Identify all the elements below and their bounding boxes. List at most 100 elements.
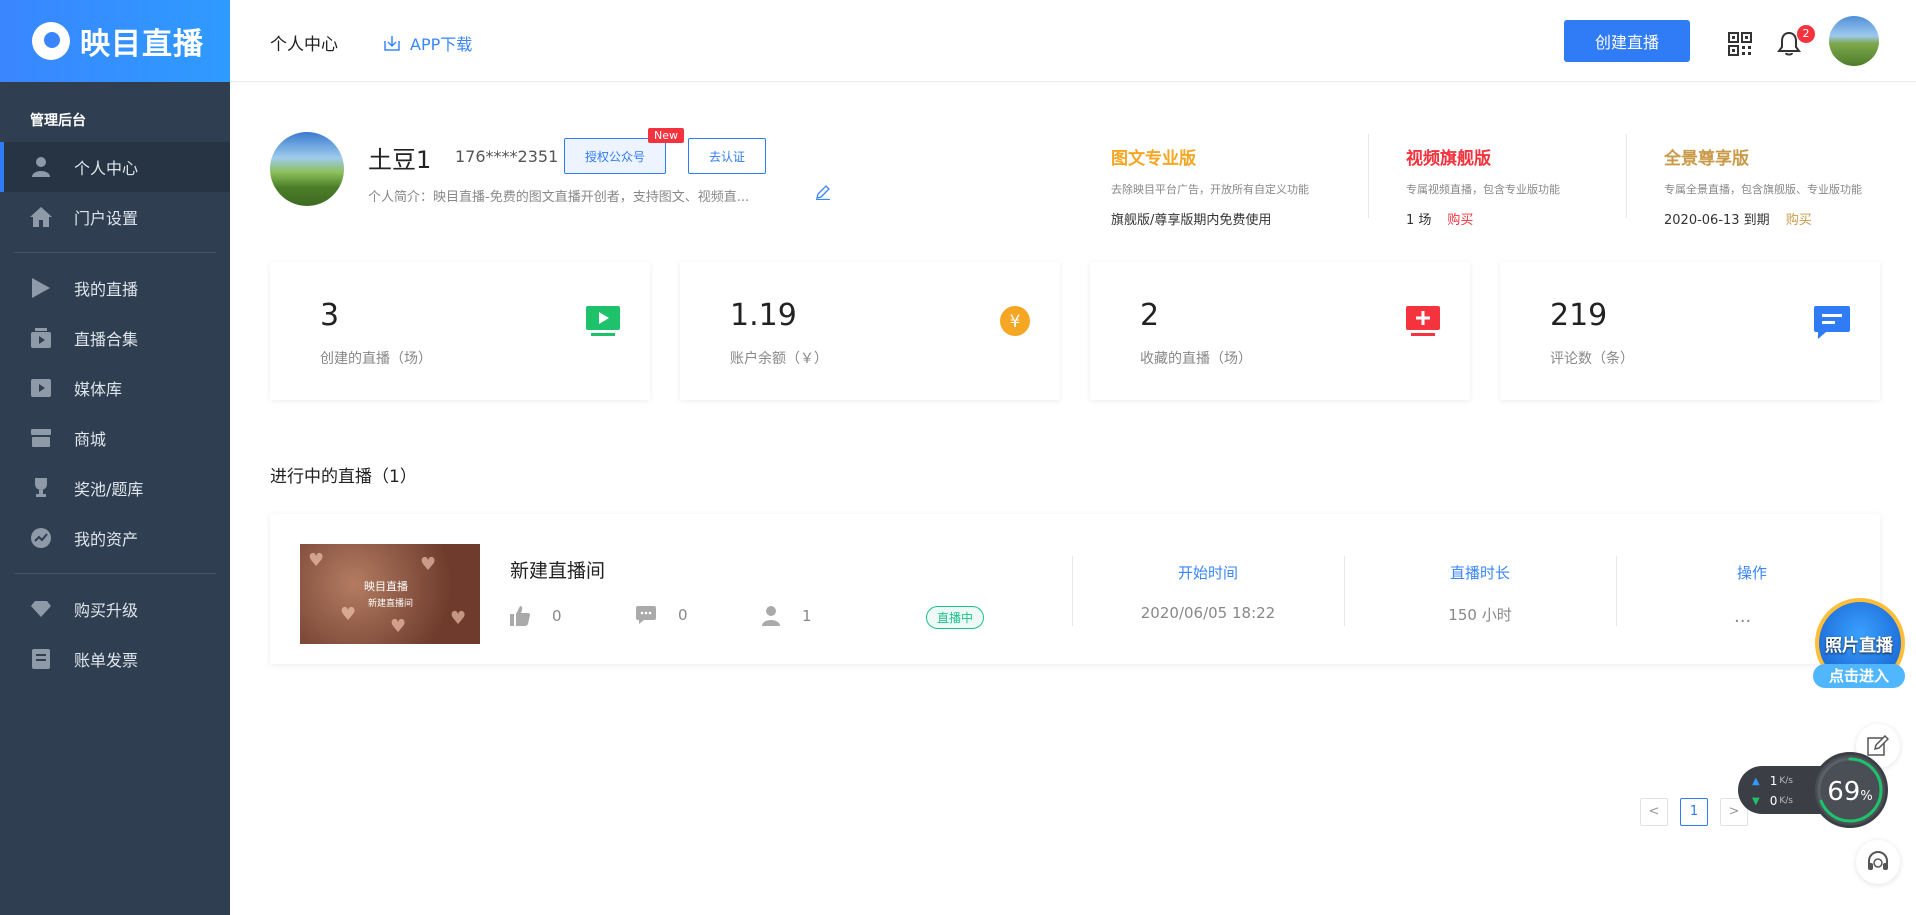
plan-desc: 去除映目平台广告，开放所有自定义功能 — [1111, 183, 1309, 196]
app-download-label: APP下载 — [410, 35, 473, 54]
live-section-title: 进行中的直播（1） — [270, 467, 417, 487]
profile-avatar[interactable] — [270, 132, 344, 206]
sidebar-item-label: 门户设置 — [74, 209, 139, 228]
speed-unit: K/s — [1779, 776, 1793, 786]
sidebar-item-assets[interactable]: 我的资产 — [0, 513, 230, 563]
memory-pct-unit: % — [1860, 789, 1873, 804]
brand-name: 映目直播 — [80, 27, 204, 62]
sidebar-item-prize[interactable]: 奖池/题库 — [0, 463, 230, 513]
speed-unit: K/s — [1779, 796, 1793, 806]
user-phone: 176****2351 — [455, 147, 559, 166]
stat-value: 1.19 — [730, 298, 797, 333]
stat-label: 收藏的直播（场） — [1140, 351, 1252, 367]
sidebar-item-collection[interactable]: 直播合集 — [0, 313, 230, 363]
download-icon — [384, 36, 400, 51]
comment-icon — [1814, 306, 1850, 339]
heart-icon: ♥ — [340, 604, 357, 625]
trophy-icon — [30, 477, 52, 499]
play-icon — [30, 277, 52, 299]
profile-intro: 个人简介：映目直播-免费的图文直播开创者，支持图文、视频直... — [368, 190, 750, 205]
thumbs-up-icon — [510, 606, 530, 626]
comments-metric: 0 — [636, 606, 688, 624]
sidebar-divider — [14, 573, 216, 574]
customer-service-button[interactable] — [1856, 840, 1900, 884]
chat-icon — [636, 606, 656, 624]
memory-usage-value: 69% — [1815, 777, 1885, 807]
film-icon — [30, 377, 52, 399]
avatar[interactable] — [1829, 16, 1879, 66]
stat-card-balance[interactable]: 1.19 账户余额（￥） ¥ — [680, 262, 1060, 400]
sidebar-item-label: 我的直播 — [74, 280, 139, 299]
sidebar-item-label: 媒体库 — [74, 380, 123, 399]
stat-card-favorites[interactable]: 2 收藏的直播（场） — [1090, 262, 1470, 400]
duration-label: 直播时长 — [1449, 564, 1510, 582]
upload-speed-value: 1 — [1769, 774, 1778, 788]
edit-icon[interactable] — [815, 184, 831, 200]
plan-foot-value: 2020-06-13 到期 — [1664, 213, 1770, 228]
heart-icon: ♥ — [420, 554, 437, 575]
sidebar-item-label: 购买升级 — [74, 601, 139, 620]
plan-foot: 1 场购买 — [1406, 209, 1560, 228]
plan-title: 图文专业版 — [1111, 149, 1196, 169]
svg-text:¥: ¥ — [1010, 312, 1021, 332]
duration-value: 150 小时 — [1448, 606, 1512, 624]
photo-live-title: 照片直播 — [1825, 636, 1893, 656]
app-download-link[interactable]: APP下载 — [384, 31, 472, 55]
prev-page-button[interactable]: < — [1640, 798, 1668, 826]
stat-card-comments[interactable]: 219 评论数（条） — [1500, 262, 1880, 400]
plan-panorama-premium[interactable]: 全景尊享版 专属全景直播，包含旗舰版、专业版功能 2020-06-13 到期 购买 — [1664, 144, 1862, 228]
sidebar: 映目直播 管理后台 个人中心 门户设置 我的直播 直播合集 媒体库 商城 奖池/… — [0, 0, 230, 915]
stat-card-lives[interactable]: 3 创建的直播（场） — [270, 262, 650, 400]
sidebar-item-profile[interactable]: 个人中心 — [0, 142, 230, 192]
sidebar-item-my-live[interactable]: 我的直播 — [0, 263, 230, 313]
stat-label: 账户余额（￥） — [730, 351, 828, 367]
buy-link[interactable]: 购买 — [1447, 213, 1473, 228]
buy-link[interactable]: 购买 — [1786, 213, 1812, 228]
sidebar-item-invoice[interactable]: 账单发票 — [0, 634, 230, 684]
status-badge: 直播中 — [926, 606, 985, 629]
plan-graphic-pro[interactable]: 图文专业版 去除映目平台广告，开放所有自定义功能 旗舰版/尊享版期内免费使用 — [1111, 144, 1309, 228]
viewers-metric: 1 — [762, 606, 812, 626]
collection-icon — [30, 327, 52, 349]
sidebar-item-label: 个人中心 — [74, 159, 139, 178]
authorize-official-account-button[interactable]: 授权公众号 — [564, 138, 666, 174]
thumb-logo: 映目直播 — [364, 580, 408, 593]
qrcode-icon[interactable] — [1728, 32, 1752, 56]
sidebar-item-label: 直播合集 — [74, 330, 139, 349]
start-time-value: 2020/06/05 18:22 — [1140, 604, 1276, 622]
sidebar-item-label: 商城 — [74, 430, 107, 449]
home-icon — [30, 206, 52, 228]
photo-live-enter: 点击进入 — [1813, 664, 1905, 688]
download-speed: ▼ 0 K/s — [1752, 794, 1793, 808]
sidebar-item-label: 账单发票 — [74, 651, 139, 670]
sidebar-item-upgrade[interactable]: 购买升级 — [0, 584, 230, 634]
new-badge: New — [648, 128, 684, 143]
live-thumbnail[interactable]: ♥ ♥ ♥ ♥ ♥ 映目直播 新建直播间 — [300, 544, 480, 644]
arrow-up-icon: ▲ — [1752, 775, 1760, 787]
tv-play-icon — [586, 306, 620, 336]
page-button-current[interactable]: 1 — [1680, 798, 1708, 826]
plan-foot: 旗舰版/尊享版期内免费使用 — [1111, 213, 1272, 228]
plan-video-flagship[interactable]: 视频旗舰版 专属视频直播，包含专业版功能 1 场购买 — [1406, 144, 1560, 228]
stat-value: 219 — [1550, 298, 1608, 333]
live-name[interactable]: 新建直播间 — [510, 556, 605, 583]
create-live-button[interactable]: 创建直播 — [1564, 20, 1690, 62]
sidebar-section-title: 管理后台 — [30, 113, 86, 129]
upload-speed: ▲ 1 K/s — [1752, 774, 1793, 788]
likes-metric: 0 — [510, 606, 562, 626]
plan-foot: 2020-06-13 到期 购买 — [1664, 209, 1862, 228]
user-icon — [30, 156, 52, 178]
brand-logo[interactable]: 映目直播 — [0, 0, 230, 82]
memory-usage-ring[interactable]: 69% — [1812, 752, 1888, 828]
likes-count: 0 — [552, 607, 562, 625]
tv-add-icon — [1406, 306, 1440, 336]
more-actions-button[interactable]: ... — [1734, 606, 1751, 627]
certify-button[interactable]: 去认证 — [688, 138, 766, 174]
sidebar-item-store[interactable]: 商城 — [0, 413, 230, 463]
sidebar-item-media[interactable]: 媒体库 — [0, 363, 230, 413]
live-item-card[interactable]: ♥ ♥ ♥ ♥ ♥ 映目直播 新建直播间 新建直播间 0 0 1 直播中 开始时… — [270, 514, 1880, 664]
page-title[interactable]: 个人中心 — [270, 30, 338, 55]
memory-pct-number: 69 — [1827, 777, 1861, 807]
sidebar-item-portal[interactable]: 门户设置 — [0, 192, 230, 242]
photo-live-entry[interactable]: 照片直播 点击进入 — [1805, 598, 1913, 694]
